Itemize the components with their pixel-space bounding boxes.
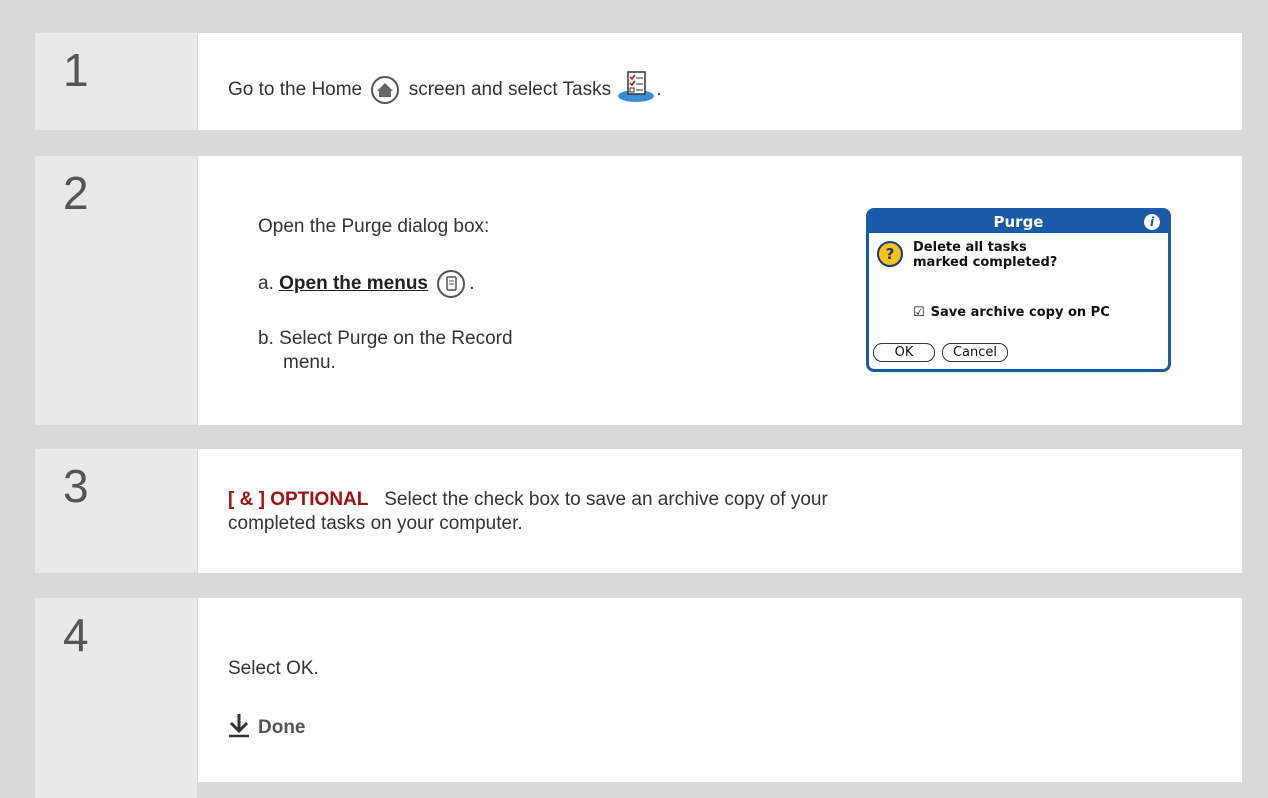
step-2-b-cont: menu. [283, 352, 336, 373]
step-content: [ & ] OPTIONAL Select the check box to s… [198, 449, 1242, 573]
dialog-title: Purge i [869, 211, 1168, 233]
step-2: 2 Open the Purge dialog box: a. Open the… [35, 156, 1242, 425]
info-icon[interactable]: i [1144, 214, 1160, 230]
menu-icon [437, 270, 466, 298]
purge-dialog: Purge i ? Delete all tasks marked comple… [866, 208, 1171, 372]
step-2-b: b. Select Purge on the Record [258, 328, 513, 349]
step-2-intro: Open the Purge dialog box: [258, 216, 490, 237]
step-3: 3 [ & ] OPTIONAL Select the check box to… [35, 449, 1242, 573]
tasks-icon [616, 70, 656, 110]
step-1-text: Go to the Home screen and select Tasks . [228, 70, 662, 110]
checkbox-icon[interactable]: ☑ [913, 305, 925, 320]
home-icon [371, 76, 400, 104]
cancel-button[interactable]: Cancel [942, 343, 1008, 362]
archive-checkbox[interactable]: ☑ Save archive copy on PC [913, 305, 1110, 320]
optional-badge: [ & ] OPTIONAL [228, 489, 369, 510]
step-content: Open the Purge dialog box: a. Open the m… [198, 156, 1242, 425]
step-3-line1: [ & ] OPTIONAL Select the check box to s… [228, 489, 828, 510]
step-4: 4 Select OK. Done [35, 598, 1242, 798]
step-number: 3 [35, 449, 197, 573]
step-content: Go to the Home screen and select Tasks . [198, 33, 1242, 130]
step-4-text: Select OK. [228, 658, 319, 679]
step-number: 1 [35, 33, 197, 130]
step-number: 4 [35, 598, 197, 798]
step-number: 2 [35, 156, 197, 425]
down-arrow-icon [228, 712, 250, 744]
question-icon: ? [877, 241, 903, 267]
ok-button[interactable]: OK [873, 343, 935, 362]
dialog-message: Delete all tasks marked completed? [913, 240, 1058, 270]
step-3-line2: completed tasks on your computer. [228, 513, 523, 534]
step-content: Select OK. Done [198, 598, 1242, 782]
open-menus-link[interactable]: Open the menus [279, 273, 428, 294]
step-2-a: a. Open the menus . [258, 270, 475, 298]
step-1: 1 Go to the Home screen and select Tasks [35, 33, 1242, 130]
done-marker: Done [228, 712, 306, 744]
